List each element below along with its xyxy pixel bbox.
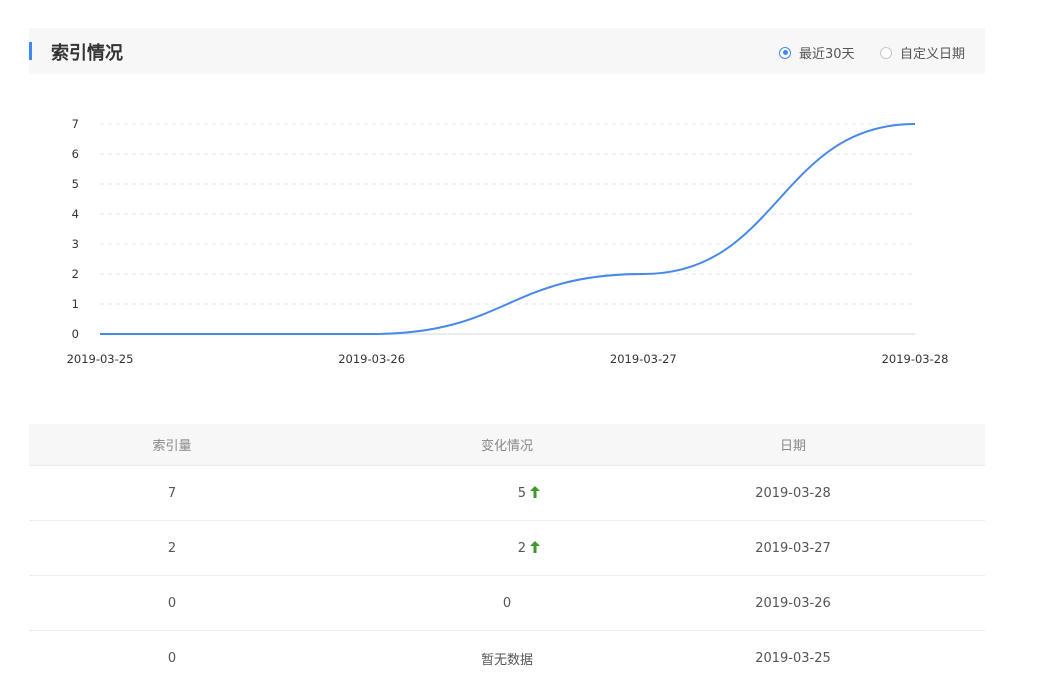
index-count-cell: 0: [167, 650, 177, 666]
change-cell: 0: [427, 596, 587, 611]
y-tick-label: 0: [72, 327, 79, 341]
date-cell: 2019-03-27: [755, 540, 831, 556]
table-row: 0 暂无数据 2019-03-25: [29, 630, 985, 685]
change-value: 2: [517, 540, 526, 556]
x-tick-label: 2019-03-25: [67, 352, 134, 366]
table-row: 2 2 2019-03-27: [29, 520, 985, 575]
table-row: 0 0 2019-03-26: [29, 575, 985, 630]
date-cell: 2019-03-26: [755, 595, 831, 611]
y-tick-label: 5: [72, 177, 79, 191]
change-value: 暂无数据: [480, 652, 533, 668]
change-value: 0: [502, 595, 512, 611]
y-axis-ticks: 0 1 2 3 4 5 6 7: [72, 117, 79, 341]
x-axis-ticks: 2019-03-25 2019-03-26 2019-03-27 2019-03-28: [67, 352, 949, 366]
x-tick-label: 2019-03-26: [338, 352, 405, 366]
range-option-custom-date[interactable]: 自定义日期: [880, 43, 965, 62]
up-arrow-icon: [530, 485, 540, 498]
up-arrow-icon: [530, 540, 540, 553]
change-value: 5: [517, 485, 526, 501]
column-header-count: 索引量: [152, 439, 192, 454]
table-row: 7 5 2019-03-28: [29, 465, 985, 520]
x-tick-label: 2019-03-27: [610, 352, 677, 366]
x-tick-label: 2019-03-28: [882, 352, 949, 366]
range-option-30-days[interactable]: 最近30天: [779, 43, 855, 62]
radio-checked-icon[interactable]: [779, 46, 791, 59]
y-tick-label: 7: [72, 117, 79, 131]
title-accent-bar: [29, 42, 32, 60]
index-line-chart: 01234567 2019-03-25 2019-03-26 2019-03-27 2…: [67, 117, 949, 366]
y-tick-label: 6: [72, 147, 79, 161]
index-table: 索引量 变化情况 日期 7 5 2019-03-28 2 2 2019-03-27 0 0 20…: [29, 424, 985, 685]
date-cell: 2019-03-25: [755, 650, 831, 666]
table-header-row: 索引量 变化情况 日期: [29, 424, 985, 465]
section-header: 索引情况 最近30天 自定义日期: [29, 28, 985, 74]
range-option-label: 自定义日期: [900, 47, 966, 62]
range-option-label: 最近30天: [799, 47, 855, 62]
section-title: 索引情况: [51, 43, 123, 64]
y-tick-label: 4: [72, 207, 79, 221]
y-tick-label: 1: [72, 297, 79, 311]
change-cell: 暂无数据: [427, 649, 587, 668]
y-tick-label: 2: [72, 267, 79, 281]
change-cell: 2: [427, 540, 540, 556]
index-count-cell: 7: [167, 485, 177, 501]
date-cell: 2019-03-28: [755, 485, 831, 501]
change-cell: 5: [427, 485, 540, 501]
radio-unchecked-icon[interactable]: [880, 46, 892, 59]
column-header-change: 变化情况: [480, 439, 533, 454]
series-line: [100, 123, 916, 335]
index-count-cell: 0: [167, 595, 177, 611]
column-header-date: 日期: [779, 439, 806, 454]
index-count-cell: 2: [167, 540, 177, 556]
y-tick-label: 3: [72, 237, 79, 251]
chart-grid: [100, 123, 915, 305]
table-body: 7 5 2019-03-28 2 2 2019-03-27 0 0 2019-03-26 0 暂无数…: [29, 465, 985, 685]
